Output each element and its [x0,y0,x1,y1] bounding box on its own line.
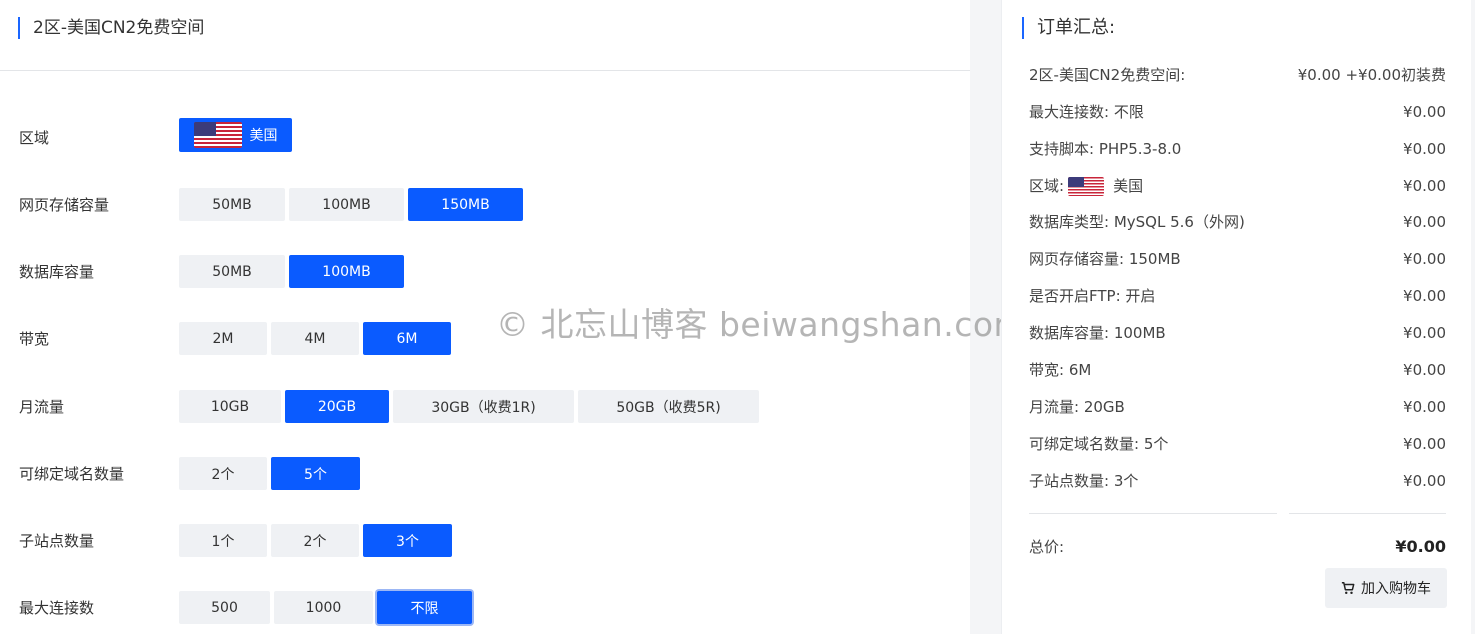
summary-value: ¥0.00 [1403,398,1446,416]
summary-key: 网页存储容量: 150MB [1029,250,1181,268]
bandwidth-option-2m[interactable]: 2M [179,322,267,355]
option-row-connections: 最大连接数 500 1000 不限 [0,591,970,625]
domains-option-5[interactable]: 5个 [271,457,360,490]
summary-value: ¥0.00 +¥0.00初装费 [1297,66,1446,84]
option-row-traffic: 月流量 10GB 20GB 30GB（收费1R) 50GB（收费5R) [0,390,970,424]
connections-option-500[interactable]: 500 [179,591,270,624]
summary-row-product: 2区-美国CN2免费空间: ¥0.00 +¥0.00初装费 [1029,63,1446,87]
summary-row-script: 支持脚本: PHP5.3-8.0 ¥0.00 [1029,137,1446,161]
summary-key: 2区-美国CN2免费空间: [1029,66,1186,84]
summary-key: 数据库类型: MySQL 5.6（外网) [1029,213,1245,231]
traffic-option-30gb[interactable]: 30GB（收费1R) [393,390,574,423]
summary-key: 子站点数量: 3个 [1029,472,1139,490]
summary-value: ¥0.00 [1403,435,1446,453]
summary-key: 支持脚本: PHP5.3-8.0 [1029,140,1182,158]
summary-value: ¥0.00 [1403,103,1446,121]
summary-row-ftp: 是否开启FTP: 开启 ¥0.00 [1029,284,1446,308]
summary-value: ¥0.00 [1403,287,1446,305]
total-value: ¥0.00 [1395,537,1446,556]
storage-option-100mb[interactable]: 100MB [289,188,404,221]
row-label: 可绑定域名数量 [19,465,125,483]
option-row-db-size: 数据库容量 50MB 100MB [0,255,970,289]
option-row-storage: 网页存储容量 50MB 100MB 150MB [0,188,970,222]
connections-option-1000[interactable]: 1000 [274,591,373,624]
panel-header: 2区-美国CN2免费空间 [0,0,970,71]
summary-row-db-type: 数据库类型: MySQL 5.6（外网) ¥0.00 [1029,210,1446,234]
cart-icon [1341,582,1355,595]
us-flag-icon [193,122,242,148]
subsites-option-2[interactable]: 2个 [271,524,359,557]
add-to-cart-label: 加入购物车 [1361,581,1431,597]
summary-row-bandwidth: 带宽: 6M ¥0.00 [1029,358,1446,382]
summary-row-traffic: 月流量: 20GB ¥0.00 [1029,395,1446,419]
domains-option-2[interactable]: 2个 [179,457,267,490]
subsites-option-1[interactable]: 1个 [179,524,267,557]
summary-row-domains: 可绑定域名数量: 5个 ¥0.00 [1029,432,1446,456]
summary-row-db-size: 数据库容量: 100MB ¥0.00 [1029,321,1446,345]
row-label: 子站点数量 [19,532,95,550]
row-label: 网页存储容量 [19,196,110,214]
summary-value: ¥0.00 [1403,472,1446,490]
summary-value: ¥0.00 [1403,177,1446,195]
summary-row-storage: 网页存储容量: 150MB ¥0.00 [1029,247,1446,271]
summary-value: ¥0.00 [1403,361,1446,379]
summary-row-connections: 最大连接数: 不限 ¥0.00 [1029,100,1446,124]
row-label: 区域 [19,129,50,147]
bandwidth-option-6m[interactable]: 6M [363,322,451,355]
summary-value: ¥0.00 [1403,213,1446,231]
storage-option-50mb[interactable]: 50MB [179,188,285,221]
traffic-option-10gb[interactable]: 10GB [179,390,281,423]
option-row-bandwidth: 带宽 2M 4M 6M [0,322,970,356]
traffic-option-20gb[interactable]: 20GB [285,390,389,423]
summary-key: 是否开启FTP: 开启 [1029,287,1156,305]
row-label: 数据库容量 [19,263,95,281]
summary-row-region: 区域: 美国 ¥0.00 [1029,174,1446,198]
summary-title: 订单汇总: [1037,17,1116,38]
summary-key: 带宽: 6M [1029,361,1092,379]
summary-key: 最大连接数: 不限 [1029,103,1144,121]
option-row-domains: 可绑定域名数量 2个 5个 [0,457,970,491]
summary-key: 区域: 美国 [1029,176,1144,196]
title-accent-bar [18,17,20,39]
option-row-subsites: 子站点数量 1个 2个 3个 [0,524,970,558]
option-row-region: 区域 美国 [0,118,970,152]
total-label: 总价: [1029,538,1065,556]
connections-option-unlimited[interactable]: 不限 [377,591,472,624]
summary-value: ¥0.00 [1403,140,1446,158]
summary-key: 数据库容量: 100MB [1029,324,1166,342]
summary-value: ¥0.00 [1403,324,1446,342]
divider [1029,513,1277,514]
bandwidth-option-4m[interactable]: 4M [271,322,359,355]
summary-key: 可绑定域名数量: 5个 [1029,435,1169,453]
traffic-option-50gb[interactable]: 50GB（收费5R) [578,390,759,423]
region-option-us[interactable]: 美国 [179,118,292,152]
row-label: 最大连接数 [19,599,95,617]
row-label: 月流量 [19,398,65,416]
row-label: 带宽 [19,330,50,348]
title-accent-bar [1022,17,1024,39]
summary-key: 月流量: 20GB [1029,398,1125,416]
db-size-option-50mb[interactable]: 50MB [179,255,285,288]
order-summary-panel: 订单汇总: 2区-美国CN2免费空间: ¥0.00 +¥0.00初装费 最大连接… [1001,0,1471,634]
config-panel: 2区-美国CN2免费空间 区域 美国 网页存储容量 50MB 100MB 150… [0,0,970,634]
add-to-cart-button[interactable]: 加入购物车 [1325,568,1447,608]
divider [1289,513,1446,514]
product-title: 2区-美国CN2免费空间 [33,18,205,38]
storage-option-150mb[interactable]: 150MB [408,188,523,221]
total-row: 总价: ¥0.00 [1029,535,1446,559]
db-size-option-100mb[interactable]: 100MB [289,255,404,288]
summary-value: ¥0.00 [1403,250,1446,268]
subsites-option-3[interactable]: 3个 [363,524,452,557]
us-flag-icon [1068,176,1105,196]
summary-row-subsites: 子站点数量: 3个 ¥0.00 [1029,469,1446,493]
